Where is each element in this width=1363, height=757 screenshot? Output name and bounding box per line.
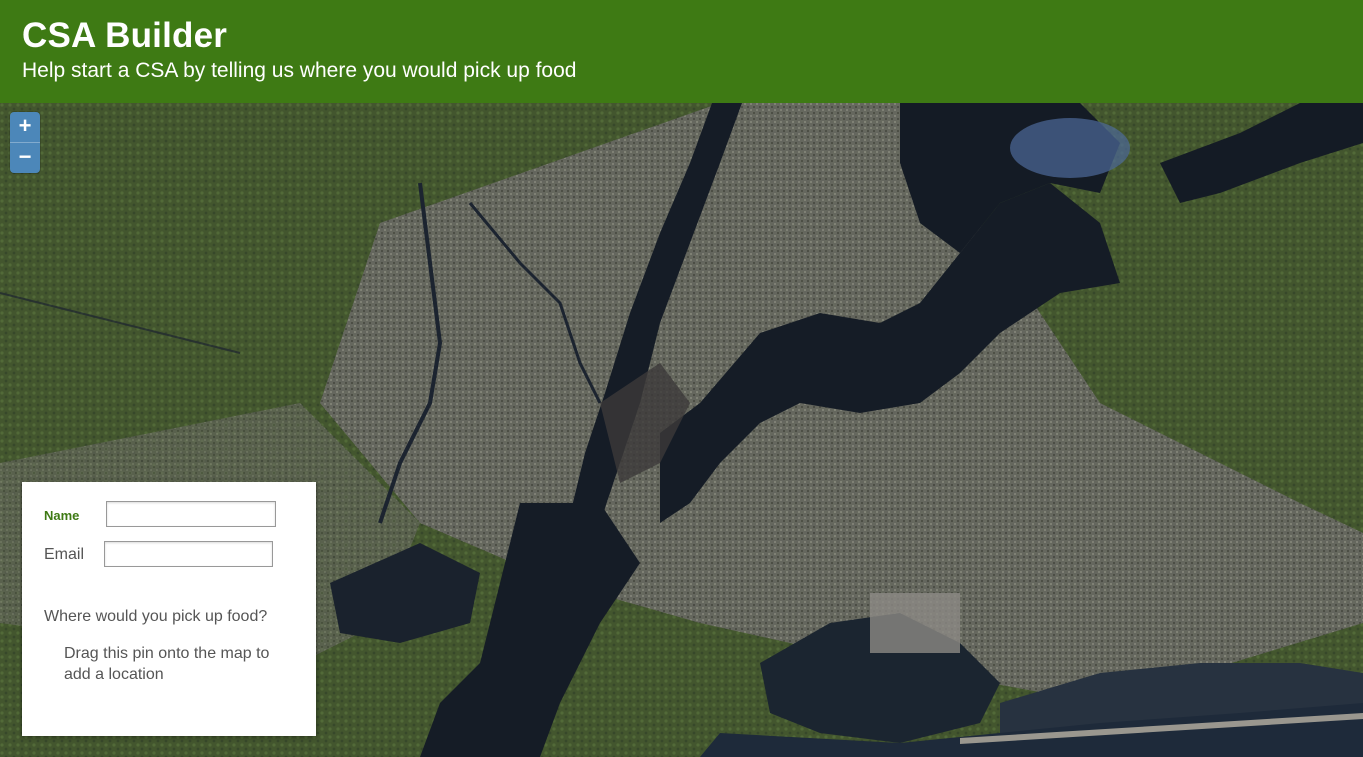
- zoom-in-button[interactable]: +: [10, 112, 40, 142]
- zoom-out-button[interactable]: −: [10, 142, 40, 173]
- pickup-question: Where would you pick up food?: [44, 608, 268, 625]
- email-input[interactable]: [104, 541, 273, 567]
- drag-pin-hint: Drag this pin onto the map to add a loca…: [64, 645, 270, 683]
- zoom-control: + −: [10, 112, 40, 173]
- app-subtitle: Help start a CSA by telling us where you…: [22, 59, 577, 82]
- name-input[interactable]: [106, 501, 276, 527]
- app-title: CSA Builder: [22, 16, 228, 55]
- email-label: Email: [44, 546, 85, 563]
- app-header: CSA Builder Help start a CSA by telling …: [0, 0, 1363, 103]
- name-label: Name: [44, 508, 80, 523]
- signup-panel: Name Email Where would you pick up food?…: [22, 482, 316, 736]
